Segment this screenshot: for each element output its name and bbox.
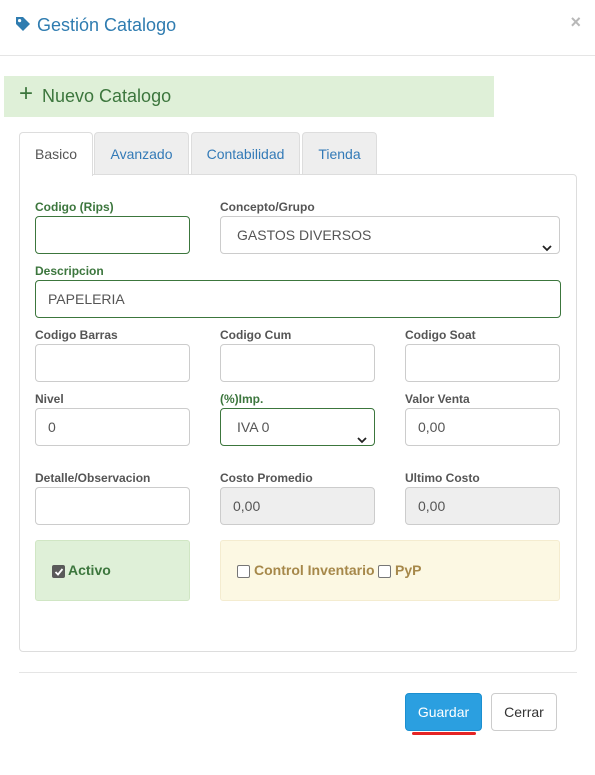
pyp-checkbox[interactable] — [378, 565, 391, 578]
codigo-soat-input[interactable] — [405, 344, 560, 382]
tab-basico[interactable]: Basico — [19, 132, 93, 176]
control-inventario-label: Control Inventario — [254, 562, 375, 578]
close-button[interactable]: Cerrar — [491, 693, 557, 731]
codigo-rips-label: Codigo (Rips) — [35, 200, 114, 214]
concepto-grupo-value: GASTOS DIVERSOS — [237, 227, 372, 243]
nivel-label: Nivel — [35, 392, 64, 406]
valor-venta-input[interactable] — [405, 408, 560, 446]
chevron-down-icon — [357, 422, 367, 444]
tab-tienda[interactable]: Tienda — [302, 132, 377, 175]
ultimo-costo-input — [405, 487, 560, 525]
codigo-barras-label: Codigo Barras — [35, 328, 118, 342]
close-icon[interactable]: × — [570, 12, 581, 33]
codigo-cum-input[interactable] — [220, 344, 375, 382]
descripcion-label: Descripcion — [35, 264, 104, 278]
save-underline — [412, 732, 476, 735]
descripcion-input[interactable] — [35, 280, 561, 318]
nivel-input[interactable] — [35, 408, 190, 446]
modal-title: Gestión Catalogo — [37, 15, 177, 35]
codigo-rips-input[interactable] — [35, 216, 190, 254]
codigo-cum-label: Codigo Cum — [220, 328, 292, 342]
tag-icon — [15, 16, 31, 32]
costo-promedio-label: Costo Promedio — [220, 471, 313, 485]
pyp-label: PyP — [395, 562, 422, 578]
tab-avanzado[interactable]: Avanzado — [94, 132, 189, 175]
impuesto-select[interactable]: IVA 0 — [220, 408, 375, 446]
modal-header: Gestión Catalogo × — [0, 0, 595, 56]
footer-divider — [19, 672, 577, 673]
activo-checkbox[interactable] — [52, 565, 65, 578]
save-button[interactable]: Guardar — [405, 693, 482, 731]
new-catalog-banner: + Nuevo Catalogo — [4, 76, 494, 117]
ultimo-costo-label: Ultimo Costo — [405, 471, 480, 485]
chevron-down-icon — [542, 230, 552, 252]
detalle-label: Detalle/Observacion — [35, 471, 151, 485]
activo-label: Activo — [68, 562, 111, 578]
banner-title: Nuevo Catalogo — [42, 86, 172, 106]
activo-box: Activo — [35, 540, 190, 601]
tab-contabilidad[interactable]: Contabilidad — [191, 132, 300, 175]
concepto-grupo-select[interactable]: GASTOS DIVERSOS — [220, 216, 560, 254]
impuesto-label: (%)Imp. — [220, 392, 264, 406]
inventario-box: Control Inventario PyP — [220, 540, 560, 601]
codigo-barras-input[interactable] — [35, 344, 190, 382]
costo-promedio-input — [220, 487, 375, 525]
codigo-soat-label: Codigo Soat — [405, 328, 476, 342]
plus-icon: + — [19, 80, 34, 107]
detalle-input[interactable] — [35, 487, 190, 525]
control-inventario-checkbox[interactable] — [237, 565, 250, 578]
valor-venta-label: Valor Venta — [405, 392, 470, 406]
impuesto-value: IVA 0 — [237, 419, 270, 435]
concepto-grupo-label: Concepto/Grupo — [220, 200, 315, 214]
